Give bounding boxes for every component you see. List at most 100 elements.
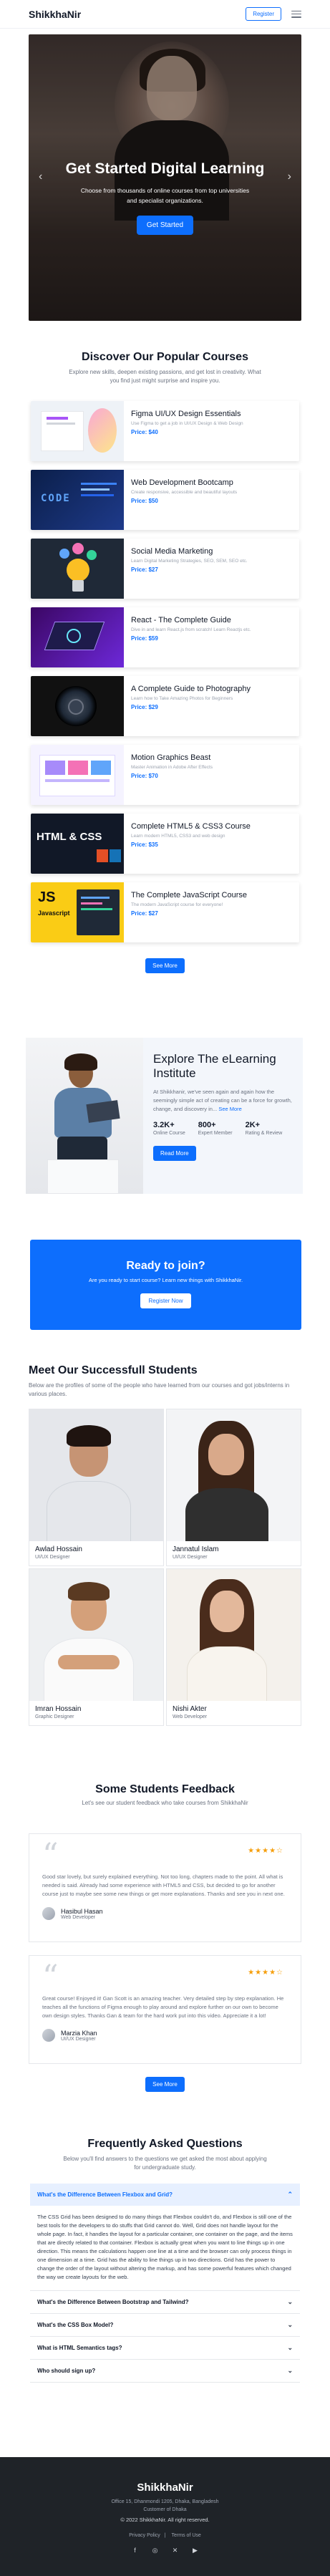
course-card[interactable]: Motion Graphics Beast Master Animation i… [31,745,299,805]
course-title: Complete HTML5 & CSS3 Course [131,822,251,831]
read-more-button[interactable]: Read More [153,1146,196,1161]
course-card[interactable]: A Complete Guide to Photography Learn ho… [31,676,299,736]
footer-address-line1: Office 15, Dhanmondi 1205, Dhaka, Bangla… [111,2499,219,2504]
course-desc: Learn modern HTML5, CSS3 and web design [131,834,225,839]
course-thumbnail [31,607,124,667]
courses-see-more-wrap: See More [0,958,330,973]
course-card[interactable]: Social Media Marketing Learn Digital Mar… [31,539,299,599]
faq-question-text: What is HTML Semantics tags? [37,2345,122,2351]
feedback-text: Good star lovely, but surely explained e… [42,1873,285,1897]
faq-item: What is HTML Semantics tags? ⌄ [30,2337,300,2360]
student-name: Jannatul Islam [173,1545,219,1553]
course-info: React - The Complete Guide Dive in and l… [124,607,258,667]
course-info: Web Development Bootcamp Create responsi… [124,470,244,530]
course-info: Motion Graphics Beast Master Animation i… [124,745,220,805]
student-card[interactable]: Nishi Akter Web Developer [166,1568,301,1726]
faq-question-text: What's the CSS Box Model? [37,2322,114,2328]
student-card[interactable]: Jannatul Islam UI/UX Designer [166,1409,301,1566]
course-price: Price: $35 [131,841,158,848]
js-thumb-label: JS [38,889,56,905]
course-card[interactable]: CODE Web Development Bootcamp Create res… [31,470,299,530]
students-section: Meet Our Successfull Students Below are … [0,1364,330,1726]
faq-item: What's the Difference Between Bootstrap … [30,2291,300,2314]
join-banner: Ready to join? Are you ready to start co… [30,1240,301,1330]
student-role: UI/UX Designer [35,1555,70,1560]
student-name: Imran Hossain [35,1705,82,1713]
faq-question[interactable]: Who should sign up? ⌄ [30,2360,300,2382]
faq-title: Frequently Asked Questions [87,2138,243,2150]
course-card[interactable]: React - The Complete Guide Dive in and l… [31,607,299,667]
course-price: Price: $59 [131,635,158,642]
footer-copyright: © 2022 ShikkhaNir. All right reserved. [120,2517,210,2523]
course-card[interactable]: Figma UI/UX Design Essentials Use Figma … [31,401,299,461]
course-price: Price: $70 [131,773,158,779]
privacy-policy-link[interactable]: Privacy Policy [129,2533,160,2538]
rating-stars-icon: ★★★★☆ [248,1847,283,1855]
get-started-button[interactable]: Get Started [136,216,194,235]
site-header: ShikkhaNir Register [0,0,330,29]
course-thumbnail: JS Javascript [31,882,124,942]
stat-rating-review: 2K+ Rating & Review [246,1121,283,1137]
feedback-card: “ ★★★★☆ Good star lovely, but surely exp… [29,1833,301,1942]
chevron-down-icon: ⌄ [287,2367,293,2374]
faq-answer: The CSS Grid has been designed to do man… [37,2214,293,2280]
stat-label: Rating & Review [245,1131,283,1136]
faq-question[interactable]: What's the CSS Box Model? ⌄ [30,2314,300,2336]
facebook-icon[interactable]: f [130,2545,140,2555]
hero-title: Get Started Digital Learning [65,160,265,177]
hamburger-menu-icon[interactable] [291,10,301,18]
students-subtitle: Below are the profiles of some of the pe… [29,1382,290,1397]
explore-see-more-link[interactable]: See More [218,1106,242,1112]
student-photo [167,1569,301,1701]
course-list: Figma UI/UX Design Essentials Use Figma … [31,401,299,942]
register-button[interactable]: Register [246,7,281,21]
author-name: Marzia Khan [61,2029,97,2037]
site-footer: ShikkhaNir Office 15, Dhanmondi 1205, Dh… [0,2457,330,2576]
faq-question[interactable]: What's the Difference Between Bootstrap … [30,2291,300,2313]
students-title: Meet Our Successfull Students [29,1364,198,1376]
footer-links: Privacy Policy | Terms of Use [129,2533,201,2538]
stat-label: Online Course [153,1131,185,1136]
course-info: The Complete JavaScript Course The moder… [124,882,254,942]
chevron-up-icon: ⌃ [287,2191,293,2198]
faq-question[interactable]: What is HTML Semantics tags? ⌄ [30,2337,300,2359]
student-card[interactable]: Awlad Hossain UI/UX Designer [29,1409,164,1566]
course-desc: Master Animation in Adobe After Effects [131,765,213,770]
terms-of-use-link[interactable]: Terms of Use [172,2533,201,2538]
stat-expert-member: 800+ Expert Member [198,1121,233,1137]
register-now-button[interactable]: Register Now [140,1293,191,1308]
student-photo [167,1409,301,1541]
faq-item: Who should sign up? ⌄ [30,2360,300,2383]
code-thumb-label: CODE [41,493,71,504]
faq-subtitle: Below you'll find answers to the questio… [63,2156,267,2171]
course-desc: The modern JavaScript course for everyon… [131,902,223,907]
stat-label: Expert Member [198,1131,233,1136]
header-actions: Register [246,7,301,21]
instagram-icon[interactable]: ◎ [150,2545,160,2555]
course-price: Price: $40 [131,429,158,435]
course-thumbnail [31,745,124,805]
stat-number: 3.2K+ [153,1121,175,1129]
youtube-icon[interactable]: ▶ [190,2545,200,2555]
explore-body: At Shikkhanir, we've seen again and agai… [153,1088,293,1114]
courses-see-more-button[interactable]: See More [145,958,185,973]
feedback-text: Great course! Enjoyed it! Gan Scott is a… [42,1995,284,2019]
faq-question[interactable]: What's the Difference Between Flexbox an… [30,2184,300,2206]
twitter-icon[interactable]: ✕ [170,2545,180,2555]
student-photo [29,1569,163,1701]
site-logo[interactable]: ShikkhaNir [29,9,81,20]
author-name: Hasibul Hasan [61,1907,103,1915]
footer-logo[interactable]: ShikkhaNir [0,2481,330,2494]
feedback-see-more-button[interactable]: See More [145,2077,185,2092]
course-title: Motion Graphics Beast [131,753,211,762]
feedback-card: “ ★★★★☆ Great course! Enjoyed it! Gan Sc… [29,1955,301,2064]
student-card[interactable]: Imran Hossain Graphic Designer [29,1568,164,1726]
stat-number: 2K+ [245,1121,261,1129]
course-card[interactable]: JS Javascript The Complete JavaScript Co… [31,882,299,942]
course-info: Complete HTML5 & CSS3 Course Learn moder… [124,814,258,874]
course-thumbnail: CODE [31,470,124,530]
course-thumbnail [31,539,124,599]
course-title: A Complete Guide to Photography [131,685,251,693]
course-card[interactable]: HTML & CSS Complete HTML5 & CSS3 Course … [31,814,299,874]
explore-image [26,1038,143,1194]
